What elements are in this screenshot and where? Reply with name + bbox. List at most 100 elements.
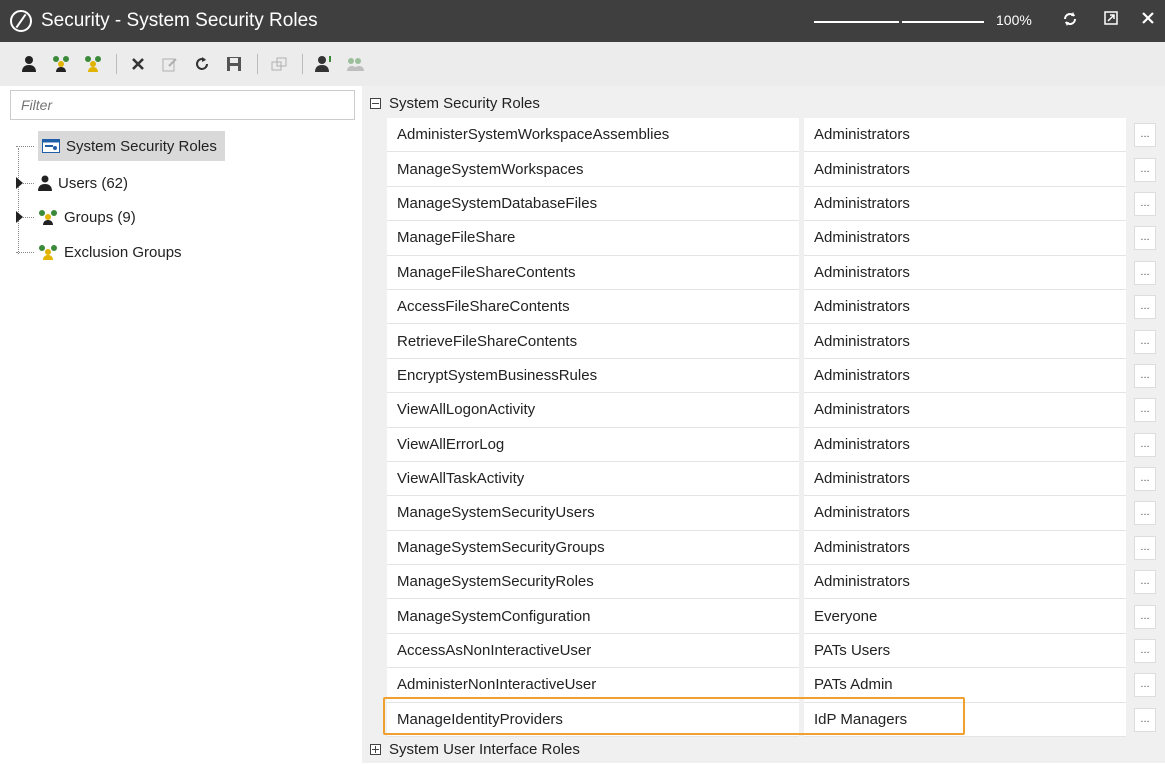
role-name-cell: AccessFileShareContents — [387, 289, 799, 325]
role-group-cell[interactable]: Administrators — [804, 221, 1126, 256]
role-group-cell[interactable]: IdP Managers — [804, 702, 1126, 738]
role-group-cell[interactable]: Administrators — [804, 393, 1126, 428]
ellipsis-button[interactable]: ... — [1134, 570, 1156, 595]
table-row[interactable]: ManageSystemDatabaseFiles Administrators.… — [387, 186, 1165, 222]
table-row[interactable]: AdministerNonInteractiveUser PATs Admin..… — [387, 668, 1165, 703]
role-name-cell: AdministerNonInteractiveUser — [387, 668, 799, 703]
zoom-slider[interactable] — [814, 13, 984, 31]
ellipsis-button[interactable]: ... — [1134, 123, 1156, 148]
ellipsis-button[interactable]: ... — [1134, 329, 1156, 354]
tree-item-label-wrap: System Security Roles — [38, 131, 225, 161]
user-icon[interactable] — [18, 53, 40, 75]
copy-icon[interactable] — [268, 53, 290, 75]
ellipsis-button[interactable]: ... — [1134, 535, 1156, 560]
ellipsis-button[interactable]: ... — [1134, 432, 1156, 457]
role-group-cell[interactable]: Administrators — [804, 358, 1126, 394]
role-name-cell: AccessAsNonInteractiveUser — [387, 633, 799, 669]
restore-window-icon[interactable] — [1100, 10, 1122, 32]
role-group-cell[interactable]: PATs Users — [804, 633, 1126, 669]
section-header-system-ui-roles[interactable]: System User Interface Roles — [370, 734, 580, 764]
role-group-cell[interactable]: Administrators — [804, 461, 1126, 497]
table-row[interactable]: ManageSystemSecurityUsers Administrators.… — [387, 496, 1165, 531]
table-row[interactable]: ViewAllTaskActivity Administrators... — [387, 461, 1165, 497]
ellipsis-button[interactable]: ... — [1134, 295, 1156, 320]
ellipsis-button[interactable]: ... — [1134, 226, 1156, 251]
role-group-cell[interactable]: Administrators — [804, 255, 1126, 290]
ellipsis-button[interactable]: ... — [1134, 604, 1156, 629]
role-group-cell[interactable]: Everyone — [804, 599, 1126, 634]
ellipsis-button-wrap: ... — [1130, 531, 1160, 565]
tree-item-label-wrap: Exclusion Groups — [38, 237, 190, 267]
ellipsis-button[interactable]: ... — [1134, 707, 1156, 732]
table-row[interactable]: ManageFileShareContents Administrators... — [387, 255, 1165, 290]
tree-item-exclusion-groups[interactable]: Exclusion Groups — [16, 237, 190, 267]
table-row[interactable]: ManageSystemSecurityGroups Administrators… — [387, 530, 1165, 566]
ellipsis-button[interactable]: ... — [1134, 398, 1156, 423]
role-group-cell[interactable]: Administrators — [804, 152, 1126, 187]
ellipsis-button-wrap: ... — [1130, 290, 1160, 324]
role-name-cell: ManageSystemWorkspaces — [387, 152, 799, 187]
ellipsis-button[interactable]: ... — [1134, 467, 1156, 492]
close-icon[interactable] — [1137, 10, 1159, 32]
exclusion-group-icon[interactable] — [82, 53, 104, 75]
ellipsis-button-wrap: ... — [1130, 118, 1160, 152]
ellipsis-button[interactable]: ... — [1134, 673, 1156, 698]
table-row[interactable]: ManageSystemConfiguration Everyone... — [387, 599, 1165, 634]
filter-input[interactable] — [10, 90, 355, 120]
ellipsis-button[interactable]: ... — [1134, 639, 1156, 664]
table-row[interactable]: ManageIdentityProviders IdP Managers... — [387, 702, 1165, 738]
group-roles-icon[interactable] — [345, 53, 367, 75]
sync-icon[interactable] — [1059, 10, 1081, 32]
ellipsis-button-wrap: ... — [1130, 187, 1160, 221]
tree-item-label-wrap: Groups (9) — [38, 202, 144, 232]
tree-item-users[interactable]: Users (62) — [16, 168, 136, 198]
delete-icon[interactable] — [127, 53, 149, 75]
role-group-cell[interactable]: Administrators — [804, 186, 1126, 222]
role-group-cell[interactable]: Administrators — [804, 565, 1126, 600]
collapse-icon[interactable] — [370, 97, 381, 109]
table-row[interactable]: ViewAllLogonActivity Administrators... — [387, 393, 1165, 428]
ellipsis-button[interactable]: ... — [1134, 191, 1156, 216]
ellipsis-button-wrap: ... — [1130, 703, 1160, 737]
table-row[interactable]: AccessAsNonInteractiveUser PATs Users... — [387, 633, 1165, 669]
role-name-cell: EncryptSystemBusinessRules — [387, 358, 799, 394]
role-group-cell[interactable]: PATs Admin — [804, 668, 1126, 703]
role-name-cell: ManageSystemDatabaseFiles — [387, 186, 799, 222]
user-icon — [38, 175, 52, 191]
table-row[interactable]: ManageSystemWorkspaces Administrators... — [387, 152, 1165, 187]
section-header-system-security-roles[interactable]: System Security Roles — [370, 88, 540, 118]
title-bar: Security - System Security Roles 100% — [0, 0, 1165, 42]
table-row[interactable]: EncryptSystemBusinessRules Administrators… — [387, 358, 1165, 394]
ellipsis-button[interactable]: ... — [1134, 260, 1156, 285]
role-group-cell[interactable]: Administrators — [804, 496, 1126, 531]
section-header-label: System Security Roles — [389, 94, 540, 112]
table-row[interactable]: RetrieveFileShareContents Administrators.… — [387, 324, 1165, 359]
table-row[interactable]: ViewAllErrorLog Administrators... — [387, 427, 1165, 462]
role-group-cell[interactable]: Administrators — [804, 118, 1126, 153]
tree-item-groups[interactable]: Groups (9) — [16, 202, 144, 232]
user-roles-icon[interactable] — [313, 53, 335, 75]
save-icon[interactable] — [223, 53, 245, 75]
ellipsis-button[interactable]: ... — [1134, 157, 1156, 182]
refresh-icon[interactable] — [191, 53, 213, 75]
ellipsis-button[interactable]: ... — [1134, 501, 1156, 526]
role-name-cell: ManageSystemSecurityGroups — [387, 530, 799, 566]
edit-icon[interactable] — [159, 53, 181, 75]
expand-icon[interactable] — [16, 177, 23, 189]
role-group-cell[interactable]: Administrators — [804, 289, 1126, 325]
table-row[interactable]: ManageFileShare Administrators... — [387, 221, 1165, 256]
role-group-cell[interactable]: Administrators — [804, 324, 1126, 359]
ellipsis-button[interactable]: ... — [1134, 363, 1156, 388]
group-icon[interactable] — [50, 53, 72, 75]
expand-icon[interactable] — [370, 743, 381, 755]
expand-icon[interactable] — [16, 211, 23, 223]
table-row[interactable]: AccessFileShareContents Administrators... — [387, 289, 1165, 325]
group-icon — [38, 209, 58, 225]
table-row[interactable]: ManageSystemSecurityRoles Administrators.… — [387, 565, 1165, 600]
role-group-cell[interactable]: Administrators — [804, 530, 1126, 566]
roles-grid: System Security Roles AdministerSystemWo… — [362, 86, 1165, 763]
table-row[interactable]: AdministerSystemWorkspaceAssemblies Admin… — [387, 118, 1165, 153]
role-group-cell[interactable]: Administrators — [804, 427, 1126, 462]
zoom-slider-thumb[interactable] — [899, 13, 902, 31]
tree-item-system-security-roles[interactable]: System Security Roles — [16, 131, 225, 161]
